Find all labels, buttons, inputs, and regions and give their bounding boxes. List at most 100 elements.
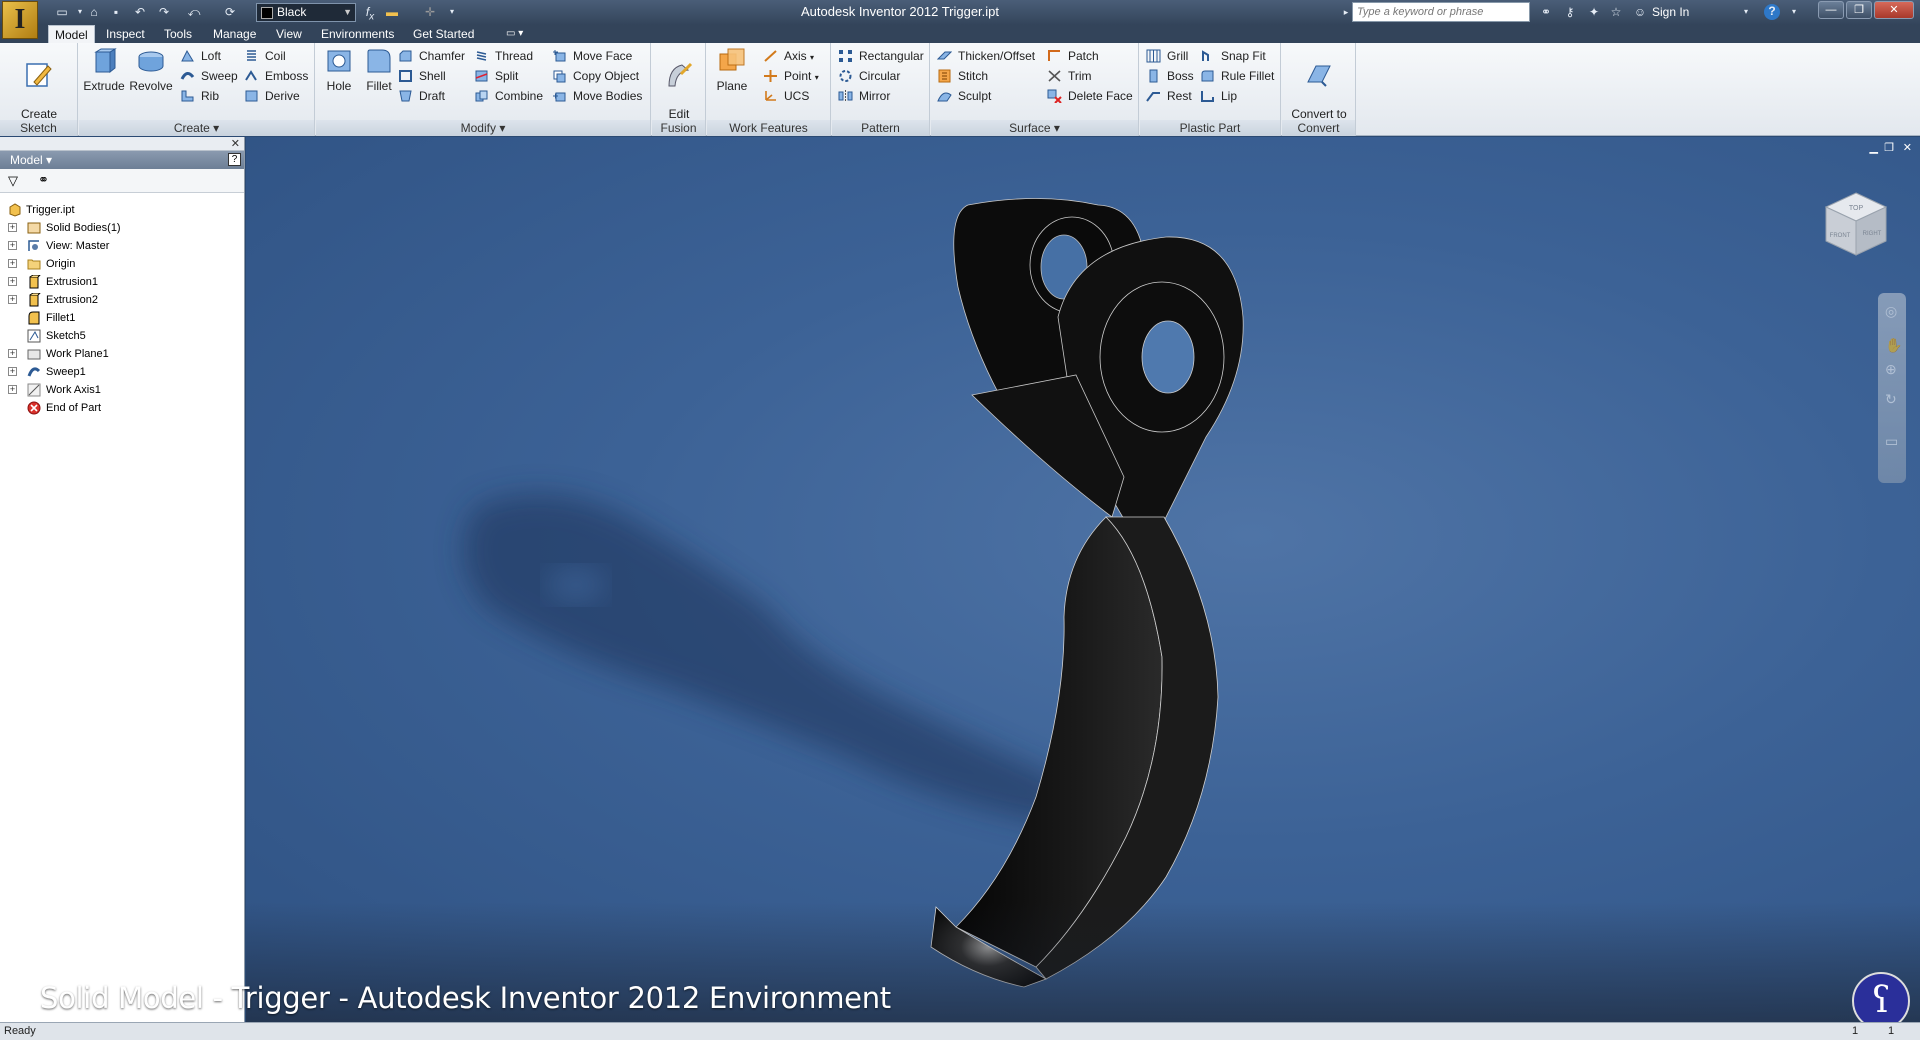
tree-item[interactable]: + Work Axis1: [6, 381, 238, 399]
tree-item[interactable]: Trigger.ipt: [6, 201, 238, 219]
measure-icon[interactable]: ▬: [384, 5, 400, 19]
create-panel-label[interactable]: Create ▾: [79, 120, 314, 136]
tree-item[interactable]: Fillet1: [6, 309, 238, 327]
move-bodies-button[interactable]: Move Bodies: [552, 86, 642, 106]
expand-icon[interactable]: +: [8, 223, 17, 232]
point-button[interactable]: Point ▾: [763, 66, 819, 86]
mirror-button[interactable]: Mirror: [838, 86, 890, 106]
browser-header[interactable]: Model ▾ ?: [0, 151, 244, 169]
expand-icon[interactable]: +: [8, 385, 17, 394]
viewcube[interactable]: TOP FRONT RIGHT: [1820, 189, 1892, 261]
plane-button[interactable]: Plane: [711, 46, 753, 93]
binoculars-icon[interactable]: ⚭: [38, 172, 49, 188]
tab-environments[interactable]: Environments: [315, 25, 400, 43]
boss-button[interactable]: Boss: [1146, 66, 1194, 86]
look-at-icon[interactable]: ▭: [1885, 433, 1898, 450]
orbit-icon[interactable]: ↻: [1885, 391, 1897, 408]
rule-fillet-button[interactable]: Rule Fillet: [1200, 66, 1274, 86]
revolve-button[interactable]: Revolve: [129, 46, 173, 93]
expand-icon[interactable]: +: [8, 367, 17, 376]
ribbon-display-toggle-icon[interactable]: ▭ ▾: [500, 25, 529, 43]
update-icon[interactable]: ⟳: [222, 5, 238, 19]
tree-item[interactable]: + View: Master: [6, 237, 238, 255]
close-icon[interactable]: ✕: [231, 137, 240, 150]
restore-button[interactable]: ❐: [1846, 1, 1872, 19]
derive-button[interactable]: Derive: [244, 86, 300, 106]
sweep-button[interactable]: Sweep: [180, 66, 238, 86]
trim-button[interactable]: Trim: [1047, 66, 1092, 86]
help-dropdown-icon[interactable]: ▾: [1786, 5, 1802, 19]
hole-button[interactable]: Hole: [320, 46, 358, 93]
select-icon[interactable]: ✛: [422, 5, 438, 19]
undo-icon[interactable]: ↶: [132, 5, 148, 19]
delete-face-button[interactable]: Delete Face: [1047, 86, 1133, 106]
redo-icon[interactable]: ↷: [156, 5, 172, 19]
tab-inspect[interactable]: Inspect: [100, 25, 151, 43]
parameters-icon[interactable]: fx: [362, 5, 378, 22]
patch-button[interactable]: Patch: [1047, 46, 1099, 66]
tree-item[interactable]: + Extrusion2: [6, 291, 238, 309]
rectangular-pattern-button[interactable]: Rectangular: [838, 46, 924, 66]
expand-icon[interactable]: +: [8, 241, 17, 250]
help-icon[interactable]: ?: [228, 153, 241, 166]
draft-button[interactable]: Draft: [398, 86, 445, 106]
split-button[interactable]: Split: [474, 66, 518, 86]
subscription-icon[interactable]: ⚷: [1562, 5, 1578, 19]
modify-panel-label[interactable]: Modify ▾: [316, 120, 650, 136]
close-button[interactable]: ✕: [1874, 1, 1914, 19]
zoom-icon[interactable]: ⊕: [1885, 361, 1897, 378]
pan-hand-icon[interactable]: ✋: [1885, 337, 1902, 354]
viewcube-right-label[interactable]: RIGHT: [1863, 231, 1882, 237]
copy-object-button[interactable]: Copy Object: [552, 66, 639, 86]
tab-manage[interactable]: Manage: [207, 25, 262, 43]
thicken-offset-button[interactable]: Thicken/Offset: [937, 46, 1035, 66]
move-face-button[interactable]: Move Face: [552, 46, 632, 66]
grill-button[interactable]: Grill: [1146, 46, 1188, 66]
steering-wheel-icon[interactable]: ◎: [1885, 303, 1897, 320]
chamfer-button[interactable]: Chamfer: [398, 46, 465, 66]
tree-item[interactable]: + Work Plane1: [6, 345, 238, 363]
ucs-button[interactable]: UCS: [763, 86, 809, 106]
help-icon[interactable]: ?: [1764, 4, 1780, 20]
new-file-icon[interactable]: ▭: [54, 5, 70, 19]
lip-button[interactable]: Lip: [1200, 86, 1237, 106]
color-override-select[interactable]: Black ▼: [256, 3, 356, 22]
return-icon[interactable]: ⤺: [186, 5, 202, 19]
tab-tools[interactable]: Tools: [158, 25, 198, 43]
expand-icon[interactable]: +: [8, 349, 17, 358]
help-search-input[interactable]: Type a keyword or phrase: [1352, 2, 1530, 22]
circular-pattern-button[interactable]: Circular: [838, 66, 900, 86]
customize-dropdown-icon[interactable]: ▾: [444, 5, 460, 19]
surface-panel-label[interactable]: Surface ▾: [931, 120, 1138, 136]
tab-view[interactable]: View: [270, 25, 308, 43]
favorites-icon[interactable]: ☆: [1608, 5, 1624, 19]
tree-item[interactable]: Sketch5: [6, 327, 238, 345]
combine-button[interactable]: Combine: [474, 86, 543, 106]
tree-item[interactable]: + Solid Bodies(1): [6, 219, 238, 237]
filter-icon[interactable]: ▽: [8, 173, 18, 189]
minimize-button[interactable]: —: [1818, 1, 1844, 19]
app-menu-button[interactable]: I: [2, 1, 38, 39]
expand-icon[interactable]: +: [8, 295, 17, 304]
extrude-button[interactable]: Extrude: [83, 46, 125, 93]
binoculars-icon[interactable]: ⚭: [1538, 5, 1554, 19]
stitch-button[interactable]: Stitch: [937, 66, 988, 86]
tree-item[interactable]: + Origin: [6, 255, 238, 273]
viewcube-front-label[interactable]: FRONT: [1830, 233, 1851, 239]
viewcube-top-label[interactable]: TOP: [1849, 205, 1864, 212]
coil-button[interactable]: Coil: [244, 46, 286, 66]
thread-button[interactable]: Thread: [474, 46, 533, 66]
communication-center-icon[interactable]: ✦: [1586, 5, 1602, 19]
fillet-button[interactable]: Fillet: [360, 46, 398, 93]
tab-model[interactable]: Model: [48, 25, 95, 43]
tree-item[interactable]: + Extrusion1: [6, 273, 238, 291]
sign-in-link[interactable]: Sign In: [1652, 5, 1689, 19]
emboss-button[interactable]: Emboss: [244, 66, 308, 86]
axis-button[interactable]: Axis ▾: [763, 46, 814, 66]
tab-get-started[interactable]: Get Started: [407, 25, 480, 43]
tree-item[interactable]: + Sweep1: [6, 363, 238, 381]
rib-button[interactable]: Rib: [180, 86, 219, 106]
tree-item[interactable]: End of Part: [6, 399, 238, 417]
graphics-viewport[interactable]: ▁ ❐ ✕ TOP FRONT RIGHT ◎ ✋ ⊕ ↻ ▭: [246, 137, 1920, 1022]
expand-icon[interactable]: +: [8, 277, 17, 286]
